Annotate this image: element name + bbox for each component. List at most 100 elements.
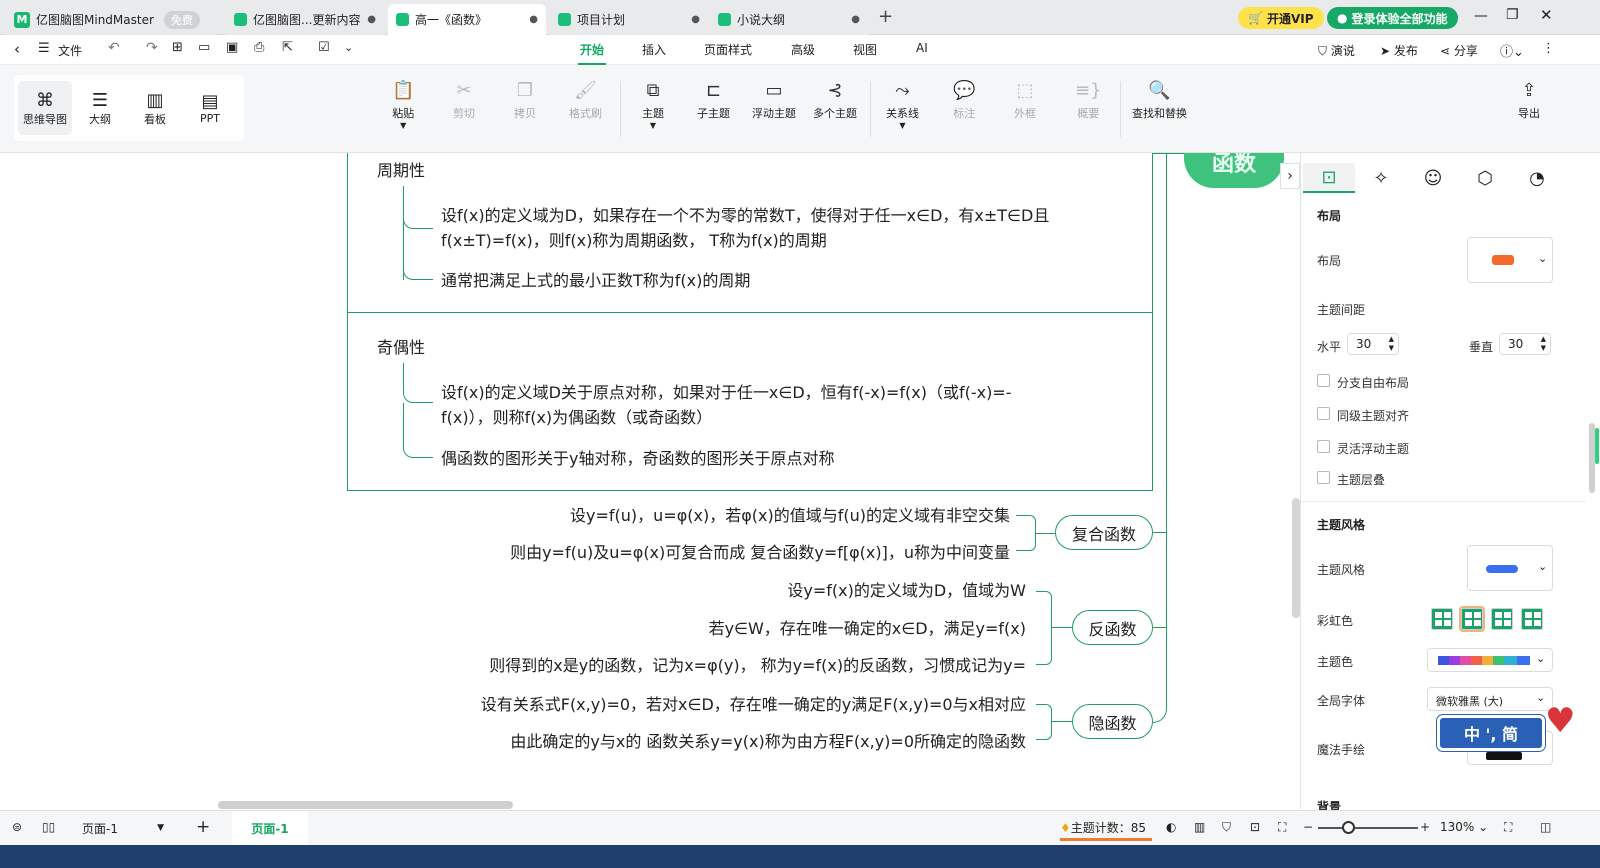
tab-dot-icon[interactable]: ● (367, 14, 376, 25)
icon-panel-tab[interactable]: ☺ (1407, 163, 1459, 193)
topic-periodicity[interactable]: 周期性 (377, 158, 425, 183)
presentation-icon[interactable]: ⛉ (1222, 820, 1231, 835)
view-ppt[interactable]: ▤ PPT (183, 81, 237, 135)
page-layout-icon[interactable]: ▯▯ (42, 820, 55, 834)
view-kanban[interactable]: ▥ 看板 (128, 81, 182, 135)
layout-dropdown[interactable]: ⌄ (1467, 237, 1553, 283)
save-icon[interactable]: ▣ (226, 40, 238, 55)
format-painter-button[interactable]: 🖌 格式刷 (569, 77, 602, 121)
cut-button[interactable]: ✂ 剪切 (453, 77, 475, 121)
vertical-spacing-stepper[interactable]: 30 ▲ ▼ (1499, 333, 1551, 355)
close-icon[interactable]: ✕ (1540, 6, 1553, 24)
rainbow-option-4[interactable] (1521, 608, 1543, 630)
theme-toggle-icon[interactable]: ◐ (1166, 820, 1176, 834)
topic-inverse-function[interactable]: 反函数 (1072, 610, 1153, 645)
copy-button[interactable]: ❐ 拷贝 (514, 77, 536, 121)
tab-advanced[interactable]: 高级 (791, 41, 815, 58)
inverse-definition-2[interactable]: 若y∈W，存在唯一确定的x∈D，满足y=f(x) (709, 616, 1026, 641)
ime-indicator[interactable]: 中 ', 简 (1437, 715, 1545, 751)
login-button[interactable]: ● 登录体验全部功能 (1327, 7, 1458, 29)
tab-insert[interactable]: 插入 (642, 41, 666, 58)
new-file-icon[interactable]: ⊞ (172, 40, 183, 55)
present-button[interactable]: ⛉ 演说 (1318, 42, 1355, 59)
topic-parity[interactable]: 奇偶性 (377, 335, 425, 360)
horizontal-spacing-stepper[interactable]: 30 ▲ ▼ (1347, 333, 1399, 355)
tab-update[interactable]: 亿图脑图...更新内容 ● (226, 4, 384, 35)
tab-function[interactable]: 高一《函数》 ● (388, 4, 546, 35)
zoom-in-icon[interactable]: + (1420, 820, 1430, 834)
history-panel-tab[interactable]: ◔ (1511, 163, 1563, 193)
composite-definition-2[interactable]: 则由y=f(u)及u=φ(x)可复合而成 复合函数y=f[φ(x)]，u称为中间… (510, 540, 1010, 565)
implicit-definition-1[interactable]: 设有关系式F(x,y)=0，若对x∈D，存在唯一确定的y满足F(x,y)=0与x… (481, 692, 1026, 717)
rainbow-option-1[interactable] (1431, 608, 1453, 630)
composite-definition-1[interactable]: 设y=f(u)，u=φ(x)，若φ(x)的值域与f(u)的定义域有非空交集 (570, 503, 1010, 528)
new-tab-plus-icon[interactable]: + (878, 6, 893, 27)
more-icon[interactable]: ⌄ (344, 41, 353, 54)
vertical-scrollbar[interactable] (1292, 498, 1300, 618)
zoom-slider-track[interactable] (1318, 827, 1418, 829)
font-dropdown[interactable]: 微软雅黑 (大) ⌄ (1427, 687, 1553, 711)
inverse-definition-3[interactable]: 则得到的x是y的函数，记为x=φ(y)， 称为y=f(x)的反函数，习惯成记为y… (489, 653, 1026, 678)
fullscreen-icon[interactable]: ⛶ (1504, 820, 1512, 835)
help-icon[interactable]: ⓘ⌄ (1500, 41, 1524, 60)
find-replace-button[interactable]: 🔍 查找和替换 (1132, 77, 1187, 121)
topic-implicit-function[interactable]: 隐函数 (1072, 704, 1153, 739)
floating-topic-button[interactable]: ▭ 浮动主题 (752, 77, 796, 121)
root-topic[interactable]: 函数 (1184, 153, 1284, 188)
free-layout-checkbox[interactable] (1317, 374, 1330, 387)
tab-dot-icon[interactable]: ● (851, 14, 860, 25)
view-outline[interactable]: ☰ 大纲 (73, 81, 127, 135)
rainbow-option-2[interactable] (1459, 606, 1485, 632)
parity-definition-1[interactable]: 设f(x)的定义域D关于原点对称，如果对于任一x∈D，恒有f(-x)=f(x)（… (441, 380, 1012, 405)
parity-symmetry[interactable]: 偶函数的图形关于y轴对称，奇函数的图形关于原点对称 (441, 446, 834, 471)
rainbow-option-3[interactable] (1491, 608, 1513, 630)
mindmap-canvas[interactable]: 周期性 设f(x)的定义域为D，如果存在一个不为零的常数T，使得对于任一x∈D，… (0, 153, 1300, 810)
paste-button[interactable]: 📋 粘贴 ▼ (392, 77, 414, 130)
parity-definition-2[interactable]: f(x)），则称f(x)为偶函数（或奇函数） (441, 405, 712, 430)
zoom-out-icon[interactable]: − (1303, 820, 1313, 834)
ai-panel-tab[interactable]: ✧ (1355, 163, 1407, 193)
multi-topic-button[interactable]: ⊰ 多个主题 (813, 77, 857, 121)
undo-icon[interactable]: ↶ (108, 40, 120, 56)
checklist-icon[interactable]: ☑ (318, 40, 330, 55)
subtopic-button[interactable]: ⊏ 子主题 (697, 77, 730, 121)
fit-page-icon[interactable]: ⊡ (1250, 820, 1260, 834)
horizontal-scrollbar[interactable] (218, 801, 513, 809)
tab-view[interactable]: 视图 (853, 41, 877, 58)
fit-width-icon[interactable]: ⛶ (1278, 820, 1286, 835)
redo-icon[interactable]: ↷ (146, 40, 158, 56)
summary-button[interactable]: ≡} 概要 (1075, 77, 1102, 121)
app-tab[interactable]: M 亿图脑图MindMaster 免费 (6, 4, 216, 35)
relationship-button[interactable]: ⤳ 关系线 ▼ (886, 77, 919, 130)
more-dots-icon[interactable]: ⋮ (1542, 41, 1555, 56)
export-button[interactable]: ⇪ 导出 (1518, 77, 1540, 121)
tab-page-style[interactable]: 页面样式 (704, 41, 752, 58)
implicit-definition-2[interactable]: 由此确定的y与x的 函数关系y=y(x)称为由方程F(x,y)=0所确定的隐函数 (510, 729, 1026, 754)
tab-dot-icon[interactable]: ● (691, 14, 700, 25)
periodic-definition-2[interactable]: f(x±T)=f(x)，则f(x)称为周期函数， T称为f(x)的周期 (441, 228, 827, 253)
zoom-level[interactable]: 130% ⌄ (1440, 820, 1488, 834)
topic-button[interactable]: ⧉ 主题 ▼ (642, 77, 664, 130)
flexible-float-checkbox[interactable] (1317, 440, 1330, 453)
overlap-checkbox[interactable] (1317, 471, 1330, 484)
theme-color-dropdown[interactable]: ⌄ (1427, 648, 1553, 672)
tab-novel[interactable]: 小说大纲 ● (710, 4, 868, 35)
back-icon[interactable]: ‹ (14, 40, 20, 58)
export-file-icon[interactable]: ⇱ (282, 40, 293, 55)
style-panel-tab[interactable]: ⊡ (1303, 163, 1355, 193)
file-menu[interactable]: 文件 (58, 42, 82, 59)
toggle-sidebar-icon[interactable]: ⊜ (12, 820, 22, 834)
add-page-plus-icon[interactable]: + (196, 817, 210, 837)
align-siblings-checkbox[interactable] (1317, 407, 1330, 420)
publish-button[interactable]: ➤ 发布 (1380, 42, 1418, 59)
open-folder-icon[interactable]: ▭ (198, 40, 210, 55)
style-dropdown[interactable]: ⌄ (1467, 545, 1553, 591)
inverse-definition-1[interactable]: 设y=f(x)的定义域为D，值域为W (787, 578, 1026, 603)
tab-dot-icon[interactable]: ● (529, 14, 538, 25)
panel-toggle-icon[interactable]: ◫ (1540, 820, 1551, 834)
zoom-slider-handle[interactable] (1342, 821, 1355, 834)
view-mindmap[interactable]: ⌘ 思维导图 (18, 81, 72, 135)
vip-button[interactable]: 🛒 开通VIP (1238, 7, 1324, 29)
topic-composite-function[interactable]: 复合函数 (1055, 515, 1153, 550)
tab-ai[interactable]: AI (916, 41, 928, 55)
